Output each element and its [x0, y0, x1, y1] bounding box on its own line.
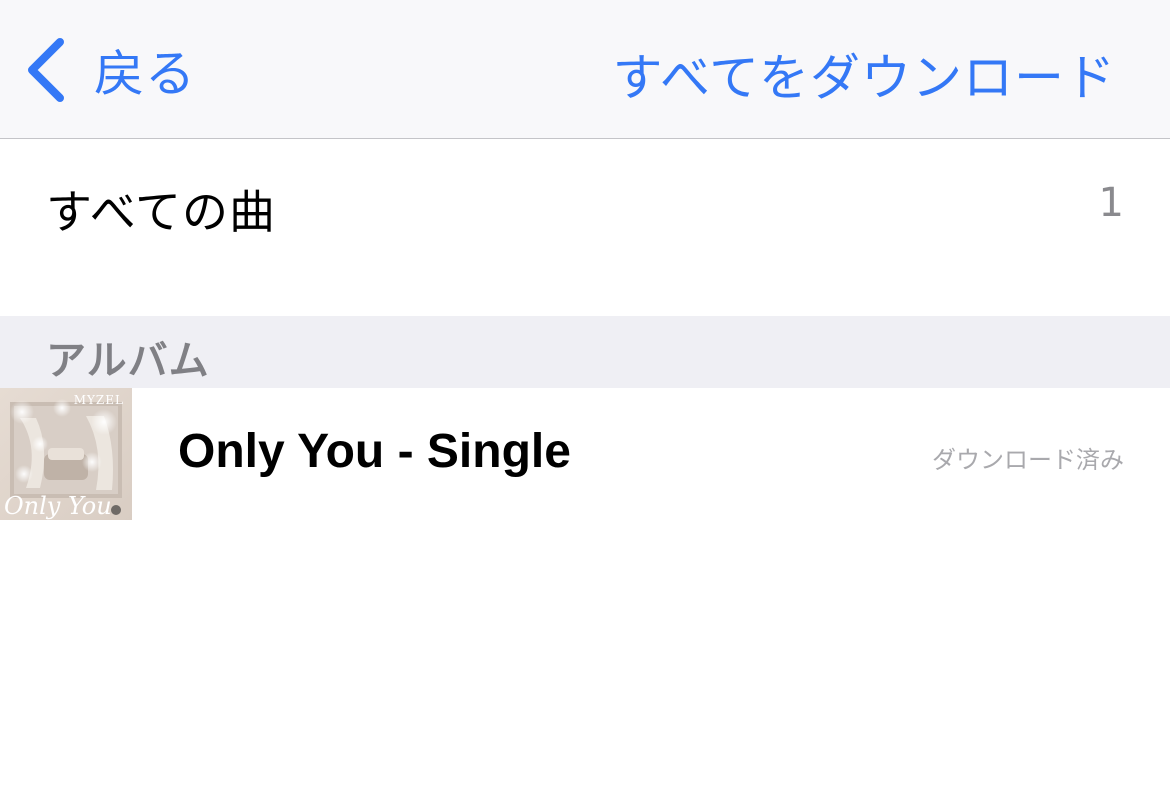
- albums-section-header: アルバム: [0, 316, 1170, 388]
- back-label: 戻る: [94, 45, 196, 103]
- chevron-left-icon: [28, 38, 64, 102]
- album-row[interactable]: MYZEL Only You Only You - Single ダウンロード済…: [0, 388, 1170, 520]
- downloaded-music-screen: 戻る すべてをダウンロード すべての曲 1 アルバム MYZEL Only Yo…: [0, 0, 1170, 791]
- album-artwork-title-text: Only You: [4, 492, 112, 520]
- all-songs-count: 1: [1098, 180, 1124, 226]
- back-button[interactable]: 戻る: [24, 34, 196, 106]
- album-title: Only You - Single: [178, 425, 571, 478]
- albums-section-title: アルバム: [46, 338, 210, 384]
- all-songs-row[interactable]: すべての曲 1: [0, 140, 1170, 315]
- album-artwork: MYZEL Only You: [0, 388, 132, 520]
- album-artwork-artist-text: MYZEL: [74, 393, 124, 407]
- album-artwork-image: MYZEL Only You: [0, 388, 132, 520]
- all-songs-label: すべての曲: [46, 185, 276, 239]
- download-all-button[interactable]: すべてをダウンロード: [613, 38, 1117, 110]
- navigation-bar: 戻る すべてをダウンロード: [0, 0, 1170, 139]
- download-status-label: ダウンロード済み: [932, 446, 1124, 474]
